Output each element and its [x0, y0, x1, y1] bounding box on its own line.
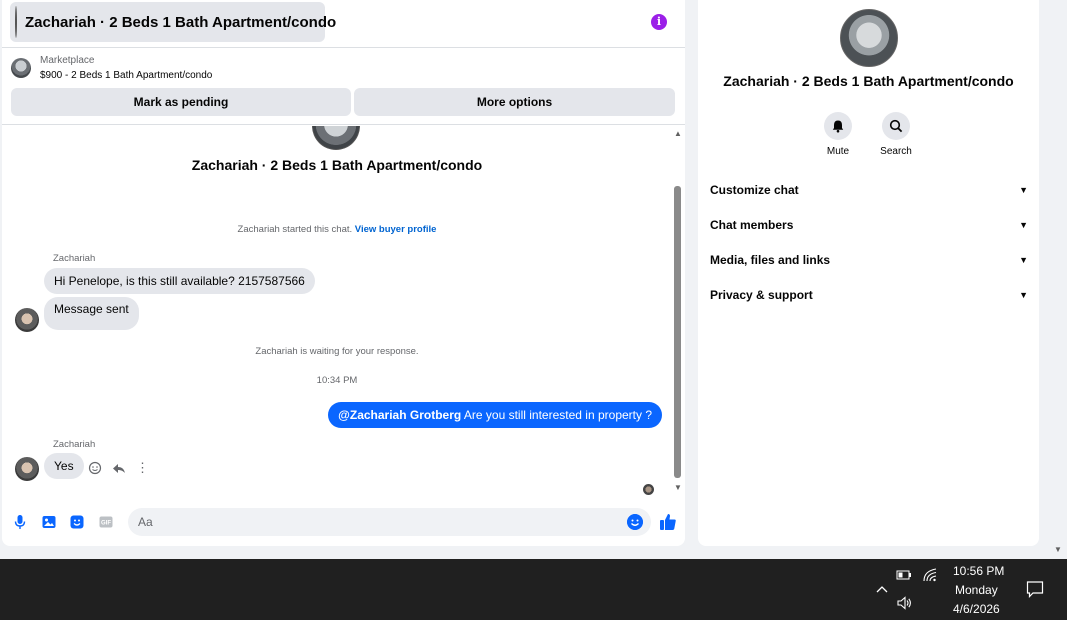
outgoing-message[interactable]: @Zachariah Grotberg Are you still intere… — [328, 402, 662, 428]
battery-icon[interactable] — [896, 567, 912, 583]
message-thread: Zachariah · 2 Beds 1 Bath Apartment/cond… — [2, 126, 672, 506]
windows-taskbar: 10:56 PM Monday 4/6/2026 — [0, 559, 1067, 620]
marketplace-listing[interactable]: Marketplace $900 - 2 Beds 1 Bath Apartme… — [2, 50, 685, 86]
scroll-thumb[interactable] — [674, 186, 681, 478]
sender-name: Zachariah — [53, 253, 96, 264]
conversation-details-panel: Zachariah · 2 Beds 1 Bath Apartment/cond… — [698, 0, 1039, 546]
listing-price-title: $900 - 2 Beds 1 Bath Apartment/condo — [40, 70, 213, 81]
seen-indicator-avatar — [643, 484, 654, 495]
divider — [2, 124, 685, 125]
mute-button[interactable]: Mute — [808, 112, 868, 157]
chevron-down-icon: ▼ — [1019, 255, 1028, 265]
search-icon — [889, 119, 903, 133]
incoming-message[interactable]: Yes — [44, 453, 84, 479]
search-button[interactable]: Search — [866, 112, 926, 157]
chat-members-section[interactable]: Chat members ▼ — [710, 215, 1028, 235]
mention[interactable]: @Zachariah Grotberg — [338, 408, 461, 422]
show-hidden-icons-chevron-icon[interactable] — [874, 581, 890, 597]
chevron-down-icon: ▼ — [1019, 185, 1028, 195]
search-circle — [882, 112, 910, 140]
section-label: Privacy & support — [710, 288, 813, 302]
message-input[interactable]: Aa — [128, 508, 651, 536]
chevron-down-icon: ▼ — [1019, 290, 1028, 300]
mute-label: Mute — [826, 146, 850, 157]
gif-icon[interactable]: GIF — [98, 514, 114, 530]
scroll-up-arrow-icon[interactable]: ▲ — [673, 130, 683, 138]
message-input-placeholder: Aa — [138, 515, 153, 529]
section-label: Customize chat — [710, 183, 799, 197]
message-composer: GIF Aa — [2, 506, 685, 546]
details-title: Zachariah · 2 Beds 1 Bath Apartment/cond… — [723, 73, 1014, 89]
section-label: Media, files and links — [710, 253, 831, 267]
chevron-down-icon: ▼ — [1019, 220, 1028, 230]
media-files-links-section[interactable]: Media, files and links ▼ — [710, 250, 1028, 270]
chat-started-text: Zachariah started this chat. — [237, 224, 353, 235]
search-label: Search — [880, 146, 912, 157]
avatar — [15, 6, 17, 38]
profile-avatar[interactable] — [840, 9, 898, 67]
timestamp: 10:34 PM — [316, 375, 358, 386]
more-actions-icon[interactable]: ⋮ — [136, 460, 149, 476]
waiting-notice: Zachariah is waiting for your response. — [255, 346, 419, 357]
listing-thumbnail — [11, 58, 31, 78]
emoji-icon[interactable] — [627, 514, 643, 530]
thread-avatar — [312, 126, 360, 150]
incoming-message[interactable]: Message sent — [44, 297, 139, 330]
conversation-title: Zachariah · 2 Beds 1 Bath Apartment/cond… — [25, 13, 337, 31]
sender-avatar[interactable] — [15, 308, 39, 332]
thumbs-up-icon[interactable] — [658, 512, 678, 532]
bell-icon — [832, 120, 844, 133]
view-buyer-profile-link[interactable]: View buyer profile — [355, 224, 437, 235]
chat-started-notice: Zachariah started this chat. View buyer … — [2, 224, 672, 235]
info-icon[interactable]: i — [651, 14, 667, 30]
clock-date[interactable]: 4/6/2026 — [953, 602, 1000, 616]
message-actions: ⋮ — [88, 460, 149, 476]
reply-icon[interactable] — [112, 461, 126, 475]
gif-icon-label: GIF — [101, 521, 111, 527]
clock-time[interactable]: 10:56 PM — [953, 564, 1004, 578]
sender-name: Zachariah — [53, 439, 96, 450]
outgoing-message-text: Are you still interested in property ? — [463, 408, 652, 422]
privacy-support-section[interactable]: Privacy & support ▼ — [710, 285, 1028, 305]
thread-title: Zachariah · 2 Beds 1 Bath Apartment/cond… — [191, 157, 483, 173]
sender-avatar[interactable] — [15, 457, 39, 481]
react-emoji-icon[interactable] — [88, 461, 102, 475]
conversation-title-button[interactable]: Zachariah · 2 Beds 1 Bath Apartment/cond… — [10, 2, 336, 42]
mark-as-pending-button[interactable]: Mark as pending — [11, 88, 351, 116]
clock-day[interactable]: Monday — [955, 583, 998, 597]
wifi-icon[interactable] — [922, 567, 938, 583]
notification-center-icon[interactable] — [1026, 580, 1044, 598]
section-label: Chat members — [710, 218, 794, 232]
customize-chat-section[interactable]: Customize chat ▼ — [710, 180, 1028, 200]
thread-scrollbar[interactable]: ▲ ▼ — [672, 126, 684, 496]
marketplace-label: Marketplace — [40, 55, 95, 66]
volume-icon[interactable] — [896, 595, 912, 611]
chat-header: Zachariah · 2 Beds 1 Bath Apartment/cond… — [2, 0, 685, 48]
page-scroll-down-arrow-icon[interactable]: ▼ — [1054, 545, 1062, 554]
chat-panel: Zachariah · 2 Beds 1 Bath Apartment/cond… — [2, 0, 685, 546]
microphone-icon[interactable] — [12, 514, 28, 530]
mute-circle — [824, 112, 852, 140]
scroll-down-arrow-icon[interactable]: ▼ — [673, 484, 683, 492]
sticker-icon[interactable] — [69, 514, 85, 530]
photo-icon[interactable] — [41, 514, 57, 530]
incoming-message[interactable]: Hi Penelope, is this still available? 21… — [44, 268, 315, 294]
more-options-button[interactable]: More options — [354, 88, 675, 116]
